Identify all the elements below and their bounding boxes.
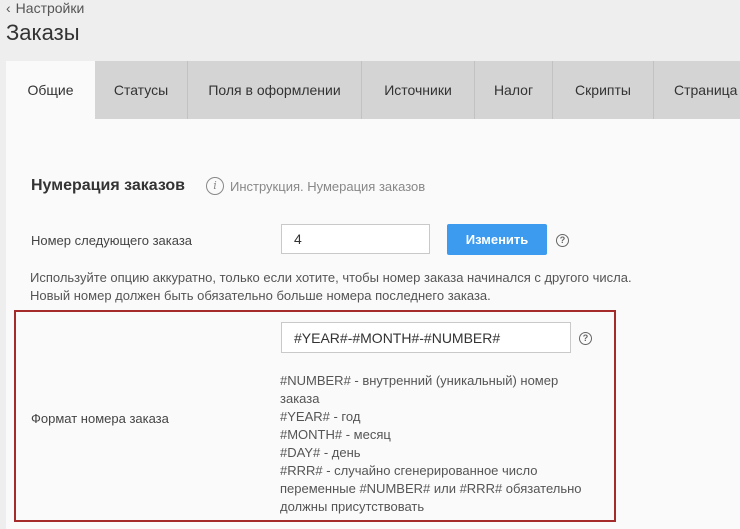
variable-line: переменные #NUMBER# или #RRR# обязательн… (280, 481, 582, 496)
change-button[interactable]: Изменить (447, 224, 547, 255)
info-icon: i (206, 177, 224, 195)
tab-label: Источники (384, 82, 452, 98)
hint-line: Новый номер должен быть обязательно боль… (30, 288, 491, 303)
settings-panel: Нумерация заказов i Инструкция. Нумераци… (6, 119, 740, 529)
format-input[interactable]: #YEAR#-#MONTH#-#NUMBER# (281, 322, 571, 353)
next-order-input[interactable]: 4 (281, 224, 430, 254)
instruction-link-label: Инструкция. Нумерация заказов (230, 178, 426, 194)
page: ‹ Настройки Заказы Общие Статусы Поля в … (0, 0, 740, 529)
variable-line: #RRR# - случайно сгенерированное число (280, 463, 538, 478)
variable-line: должны присутствовать (280, 499, 425, 514)
tab-checkout-fields[interactable]: Поля в оформлении (188, 61, 362, 119)
tab-label: Статусы (113, 82, 169, 98)
variable-line: #DAY# - день (280, 445, 361, 460)
tab-label: Скрипты (575, 82, 631, 98)
tab-label: Налог (493, 82, 534, 98)
tab-general[interactable]: Общие (6, 61, 95, 119)
help-icon[interactable]: ? (579, 332, 592, 345)
tab-label: Поля в оформлении (208, 82, 341, 98)
tab-page[interactable]: Страница (654, 61, 740, 119)
section-title: Нумерация заказов (31, 177, 186, 194)
hint-text: Используйте опцию аккуратно, только если… (30, 269, 632, 305)
variable-line: заказа (280, 391, 320, 406)
hint-line: Используйте опцию аккуратно, только если… (30, 270, 632, 285)
tab-bar: Общие Статусы Поля в оформлении Источник… (6, 61, 740, 119)
breadcrumb[interactable]: ‹ Настройки (6, 0, 84, 16)
tab-statuses[interactable]: Статусы (95, 61, 188, 119)
variables-description: #NUMBER# - внутренний (уникальный) номер… (280, 372, 600, 516)
instruction-link[interactable]: i Инструкция. Нумерация заказов (206, 177, 425, 195)
variable-line: #MONTH# - месяц (280, 427, 391, 442)
tab-label: Общие (27, 82, 74, 98)
variable-line: #YEAR# - год (280, 409, 361, 424)
tab-tax[interactable]: Налог (475, 61, 553, 119)
tab-label: Страница (674, 82, 738, 98)
chevron-left-icon: ‹ (6, 0, 11, 16)
format-label: Формат номера заказа (31, 411, 169, 426)
next-order-label: Номер следующего заказа (31, 233, 193, 248)
help-icon[interactable]: ? (556, 234, 569, 247)
variable-line: #NUMBER# - внутренний (уникальный) номер (280, 373, 559, 388)
page-title: Заказы (6, 20, 80, 45)
tab-sources[interactable]: Источники (362, 61, 475, 119)
tab-scripts[interactable]: Скрипты (553, 61, 654, 119)
breadcrumb-label: Настройки (15, 0, 85, 16)
